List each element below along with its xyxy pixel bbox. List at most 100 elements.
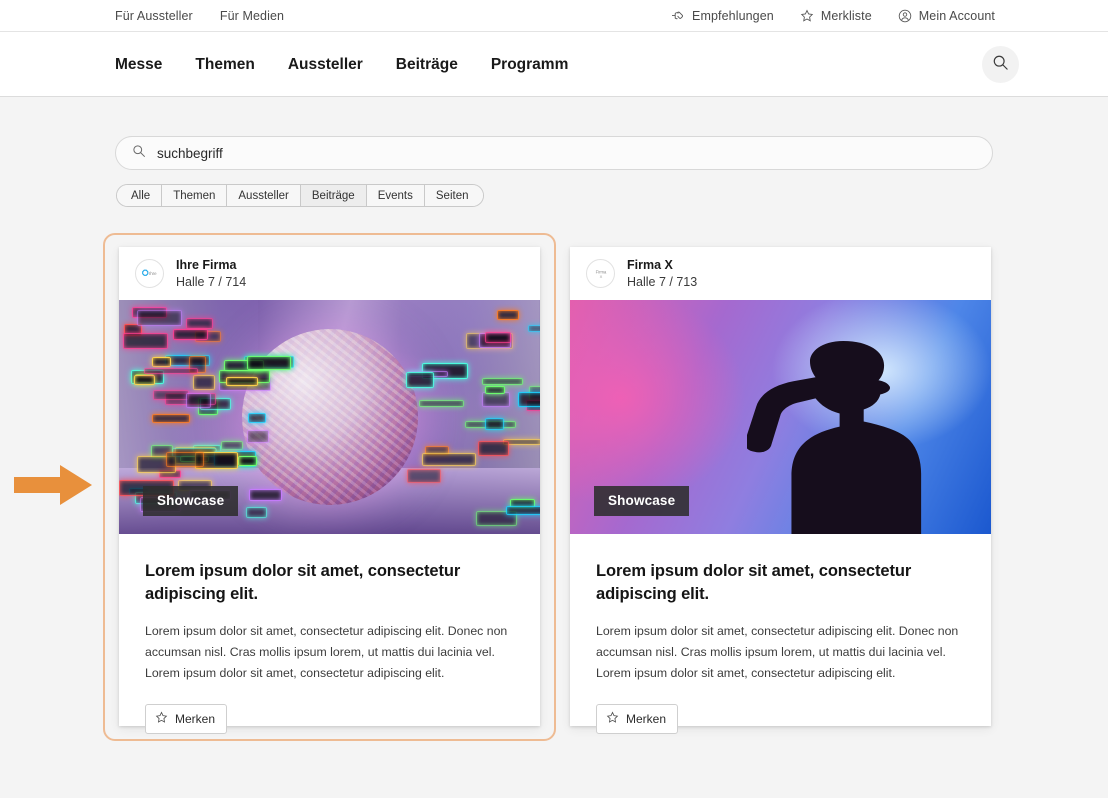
topbar-link-fuer-aussteller[interactable]: Für Aussteller	[115, 9, 193, 23]
star-icon	[155, 711, 168, 727]
topbar-link-label: Merkliste	[821, 9, 872, 23]
filter-tab-themen[interactable]: Themen	[162, 185, 227, 206]
card-company-hall: Halle 7 / 714	[176, 274, 246, 291]
svg-text:Ihre: Ihre	[149, 271, 157, 276]
topbar-link-merkliste[interactable]: Merkliste	[800, 9, 872, 23]
neon-sign-decoration	[226, 377, 258, 386]
neon-sign-decoration	[485, 332, 511, 343]
neon-sign-decoration	[193, 375, 216, 390]
star-icon	[606, 711, 619, 727]
card-body: Lorem ipsum dolor sit amet, consectetur …	[570, 534, 991, 734]
main-navigation: Messe Themen Aussteller Beiträge Program…	[0, 32, 1108, 97]
neon-sign-decoration	[248, 413, 266, 423]
nav-item-programm[interactable]: Programm	[491, 56, 569, 74]
neon-sign-decoration	[506, 506, 540, 515]
save-button[interactable]: Merken	[145, 704, 227, 734]
result-card[interactable]: Firma X Firma X Halle 7 / 713 Showcase L…	[570, 247, 991, 726]
neon-sign-decoration	[186, 318, 213, 330]
filter-tab-aussteller[interactable]: Aussteller	[227, 185, 301, 206]
topbar-link-label: Für Medien	[220, 9, 284, 23]
company-logo-icon: Firma X	[586, 259, 615, 288]
save-button[interactable]: Merken	[596, 704, 678, 734]
neon-sign-decoration	[247, 430, 269, 444]
topbar-link-fuer-medien[interactable]: Für Medien	[220, 9, 284, 23]
silhouette-graphic	[747, 333, 932, 534]
neon-sign-decoration	[485, 386, 505, 394]
card-header: Ihre Ihre Firma Halle 7 / 714	[119, 247, 540, 300]
neon-sign-decoration	[482, 392, 510, 407]
neon-sign-decoration	[518, 392, 540, 407]
neon-sign-decoration	[173, 329, 208, 340]
neon-sign-decoration	[144, 368, 199, 374]
nav-item-aussteller[interactable]: Aussteller	[288, 56, 363, 74]
topbar-link-mein-account[interactable]: Mein Account	[898, 9, 995, 23]
card-media-silhouette: Showcase	[570, 300, 991, 534]
nav-item-themen[interactable]: Themen	[195, 56, 254, 74]
main-nav-items: Messe Themen Aussteller Beiträge Program…	[115, 32, 568, 97]
neon-sign-decoration	[166, 452, 204, 467]
neon-sign-decoration	[485, 418, 504, 429]
neon-sign-decoration	[406, 372, 435, 388]
neon-sign-decoration	[152, 414, 190, 422]
card-title: Lorem ipsum dolor sit amet, consectetur …	[145, 560, 512, 607]
account-circle-icon	[898, 9, 912, 23]
neon-sign-decoration	[134, 375, 155, 386]
topbar-link-label: Mein Account	[919, 9, 995, 23]
topbar-link-empfehlungen[interactable]: Empfehlungen	[671, 9, 774, 23]
topbar-right-links: Empfehlungen Merkliste Mein Account	[671, 0, 995, 31]
card-description: Lorem ipsum dolor sit amet, consectetur …	[145, 621, 512, 684]
neon-sign-decoration	[419, 400, 465, 407]
star-icon	[800, 9, 814, 23]
neon-sign-decoration	[153, 390, 189, 400]
neon-sign-decoration	[249, 489, 282, 501]
save-button-label: Merken	[626, 712, 666, 726]
topbar-link-label: Für Aussteller	[115, 9, 193, 23]
utility-topbar: Für Aussteller Für Medien Empfehlungen	[0, 0, 1108, 32]
svg-text:X: X	[599, 274, 602, 279]
neon-sign-decoration	[137, 310, 182, 326]
search-icon	[992, 54, 1009, 76]
neon-sign-decoration	[497, 310, 519, 320]
neon-sign-decoration	[238, 456, 257, 466]
topbar-left-links: Für Aussteller Für Medien	[115, 0, 284, 31]
card-media-neon-gallery: Showcase	[119, 300, 540, 534]
neon-sign-decoration	[528, 325, 540, 332]
topbar-link-label: Empfehlungen	[692, 9, 774, 23]
card-badge: Showcase	[143, 486, 238, 516]
card-badge: Showcase	[594, 486, 689, 516]
company-logo-icon: Ihre	[135, 259, 164, 288]
card-title: Lorem ipsum dolor sit amet, consectetur …	[596, 560, 963, 607]
neon-sign-decoration	[482, 378, 523, 385]
save-button-label: Merken	[175, 712, 215, 726]
filter-tab-beitraege[interactable]: Beiträge	[301, 185, 367, 206]
card-company-block: Firma X Halle 7 / 713	[627, 257, 697, 291]
search-icon	[132, 144, 146, 163]
neon-sign-decoration	[246, 507, 267, 518]
annotation-arrow-icon	[14, 463, 94, 507]
card-header: Firma X Firma X Halle 7 / 713	[570, 247, 991, 300]
neon-sign-decoration	[152, 357, 171, 367]
result-filter-tabs: Alle Themen Aussteller Beiträge Events S…	[116, 184, 484, 207]
nav-search-button[interactable]	[982, 46, 1019, 83]
neon-sign-decoration	[422, 453, 475, 466]
nav-item-messe[interactable]: Messe	[115, 56, 162, 74]
neon-sign-decoration	[407, 469, 440, 483]
result-card[interactable]: Ihre Ihre Firma Halle 7 / 714 Showcase L…	[119, 247, 540, 726]
filter-tab-events[interactable]: Events	[367, 185, 425, 206]
neon-sign-decoration	[478, 441, 510, 456]
card-company-block: Ihre Firma Halle 7 / 714	[176, 257, 246, 291]
card-company-name: Firma X	[627, 257, 697, 274]
neon-sign-decoration	[247, 356, 291, 369]
pointing-hand-icon	[671, 10, 685, 22]
card-body: Lorem ipsum dolor sit amet, consectetur …	[119, 534, 540, 734]
card-company-name: Ihre Firma	[176, 257, 246, 274]
card-description: Lorem ipsum dolor sit amet, consectetur …	[596, 621, 963, 684]
neon-sign-decoration	[186, 393, 211, 408]
card-company-hall: Halle 7 / 713	[627, 274, 697, 291]
neon-sign-decoration	[221, 441, 243, 449]
search-input[interactable]: suchbegriff	[115, 136, 993, 170]
search-input-value: suchbegriff	[157, 146, 223, 161]
filter-tab-alle[interactable]: Alle	[117, 185, 162, 206]
filter-tab-seiten[interactable]: Seiten	[425, 185, 483, 206]
nav-item-beitraege[interactable]: Beiträge	[396, 56, 458, 74]
